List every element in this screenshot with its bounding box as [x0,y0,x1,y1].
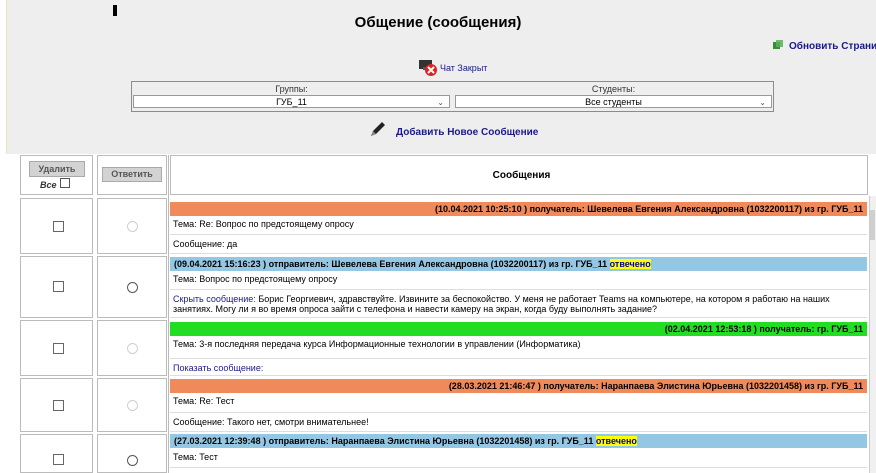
message-topic: Тема: Вопрос по предстоящему опросу [170,272,867,290]
message-header-text: (27.03.2021 12:39:48 ) отправитель: Нара… [174,436,594,446]
message-topic: Тема: Тест [170,450,867,468]
message-checkbox[interactable] [53,454,64,465]
chat-status-label: Чат Закрыт [440,63,488,73]
page-title: Общение (сообщения) [354,14,522,31]
message-checkbox[interactable] [53,343,64,354]
message-header-group: (02.04.2021 12:53:18 ) получатель: гр. Г… [170,322,867,336]
message-show-wrap: Показать сообщение: [170,361,867,376]
table-row-reply-cell [97,434,167,473]
students-select-value: Все студенты [585,97,642,107]
message-topic: Тема: Re: Вопрос по предстоящему опросу [170,217,867,235]
show-message-link[interactable]: Показать сообщение: [173,363,263,373]
hide-message-link[interactable]: Скрыть сообщение: [173,294,256,304]
reply-radio[interactable] [127,455,138,466]
groups-select-value: ГУБ_11 [276,97,307,107]
message-body: Борис Георгиевич, здравствуйте. Извините… [173,294,830,314]
answered-badge: отвечено [609,259,651,269]
reply-radio[interactable] [127,400,138,411]
groups-select[interactable]: ГУБ_11 ⌄ [133,95,450,108]
chat-closed-icon [418,57,438,77]
pencil-icon [368,119,388,139]
reply-radio[interactable] [127,221,138,232]
message-body-wrap: Скрыть сообщение: Борис Георгиевич, здра… [170,292,867,318]
message-topic: Тема: 3-я последняя передача курса Инфор… [170,337,867,359]
students-select[interactable]: Все студенты ⌄ [455,95,772,108]
message-header-received: (27.03.2021 12:39:48 ) отправитель: Нара… [170,434,867,448]
message-body: Сообщение: Такого нет, смотри внимательн… [170,415,867,432]
reply-radio[interactable] [127,343,138,354]
reply-button[interactable]: Ответить [102,167,162,182]
message-topic: Тема: Re: Тест [170,394,867,413]
scrollbar-thumb[interactable] [870,210,875,240]
message-header-sent: (10.04.2021 10:25:10 ) получатель: Шевел… [170,202,867,216]
answered-badge: отвечено [595,436,637,446]
chevron-down-icon: ⌄ [437,98,444,107]
chat-status-link[interactable]: Чат Закрыт [418,57,487,77]
add-message-link[interactable]: Добавить Новое Сообщение [368,119,538,139]
select-all-label: Все [40,180,57,190]
select-all-checkbox[interactable] [60,178,70,188]
column-divider [168,155,169,473]
message-body: Сообщение: да [170,237,867,254]
messages-header: Сообщения [492,170,551,181]
message-checkbox[interactable] [53,400,64,411]
chevron-down-icon: ⌄ [759,98,766,107]
delete-button[interactable]: Удалить [29,161,85,177]
students-label: Студенты: [591,84,636,94]
message-header-text: (09.04.2021 15:16:23 ) отправитель: Шеве… [174,259,608,269]
message-header-sent: (28.03.2021 21:46:47 ) получатель: Наран… [170,379,867,393]
groups-label: Группы: [275,84,308,94]
add-message-label: Добавить Новое Сообщение [396,127,539,138]
refresh-icon [772,39,784,51]
reply-radio[interactable] [127,282,138,293]
message-header-received: (09.04.2021 15:16:23 ) отправитель: Шеве… [170,257,867,271]
refresh-page-label: Обновить Страни [789,41,876,52]
message-checkbox[interactable] [53,281,64,292]
refresh-page-link[interactable]: Обновить Страни [772,39,876,52]
message-checkbox[interactable] [53,221,64,232]
